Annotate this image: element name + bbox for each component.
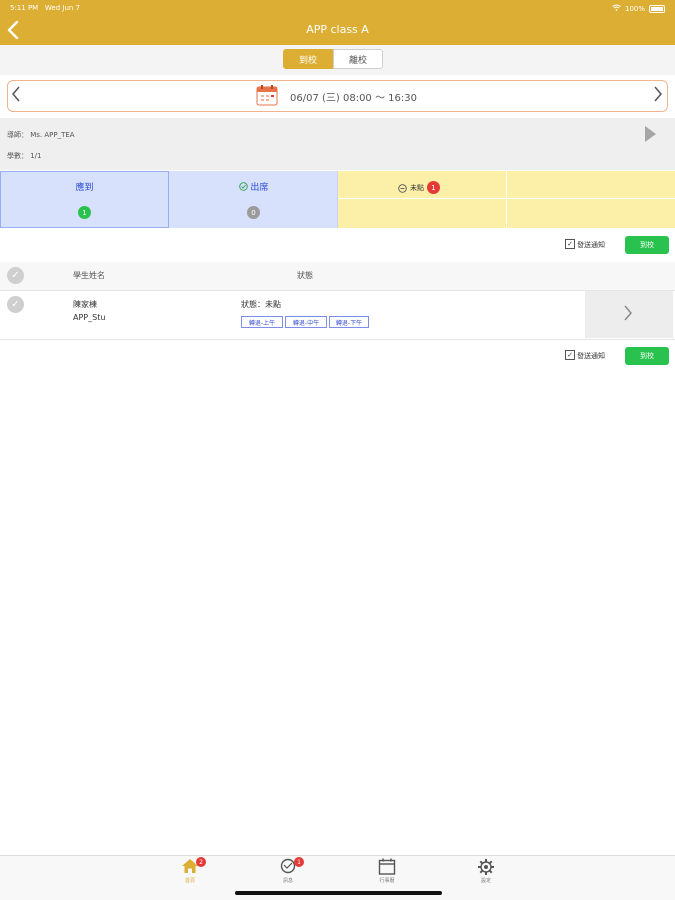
row-divider: [0, 339, 675, 340]
next-date-button[interactable]: [653, 86, 663, 106]
calendar-icon[interactable]: [256, 84, 278, 106]
student-id: APP_Stu: [73, 313, 106, 322]
minus-circle-icon: [398, 178, 407, 197]
tab-settings-label: 設定: [480, 878, 491, 884]
tile-divider: [506, 171, 507, 228]
battery-percent: 100%: [624, 4, 645, 13]
tile-not-checked-label-wrap: 未點 1: [398, 178, 440, 197]
status-time-text: 5:11 PM: [10, 4, 39, 12]
tab-messages-label: 訊息: [282, 878, 293, 884]
status-indicators: 100%: [612, 4, 665, 13]
notify-checkbox-bottom[interactable]: ✓: [565, 350, 575, 360]
previous-date-button[interactable]: [11, 86, 21, 106]
tile-expected-count: 1: [78, 206, 91, 219]
tab-calendar-label: 行事曆: [379, 878, 395, 884]
date-range-text[interactable]: 06/07 (三) 08:00 ～ 16:30: [290, 89, 417, 104]
notify-label: 發送通知: [577, 241, 605, 249]
select-all-checkbox[interactable]: ✓: [7, 267, 24, 284]
status-tag-morning[interactable]: 轉退-上午: [241, 316, 283, 328]
gear-icon: [478, 859, 494, 875]
class-info-panel: [0, 118, 675, 170]
wifi-icon: [612, 4, 621, 13]
chevron-right-icon: [624, 305, 632, 321]
check-circle-icon: [238, 182, 251, 193]
notify-label-bottom: 發送通知: [577, 352, 605, 360]
row-detail-button[interactable]: [585, 291, 673, 338]
status-time: 5:11 PM Wed Jun 7: [10, 4, 80, 12]
student-status: 狀態：未點: [241, 300, 281, 309]
play-icon[interactable]: [645, 126, 656, 142]
column-header-status: 狀態: [297, 271, 313, 280]
tab-messages-badge: 1: [294, 857, 304, 867]
status-date-text: Wed Jun 7: [44, 4, 81, 12]
student-count-info: 學數： 1/1: [7, 152, 42, 160]
column-header-name: 學生姓名: [73, 271, 105, 280]
tile-attended-count: 0: [247, 206, 260, 219]
row-divider: [0, 290, 675, 291]
tab-home-label: 首頁: [184, 878, 195, 884]
battery-icon: [649, 4, 665, 13]
segment-arrival[interactable]: 到校: [283, 49, 333, 69]
tile-empty: [507, 171, 675, 228]
submit-arrival-button[interactable]: 到校: [625, 236, 669, 254]
tile-not-checked-count: 1: [427, 181, 440, 194]
tile-expected-label: 應到: [75, 183, 94, 193]
status-tag-afternoon[interactable]: 轉退-下午: [329, 316, 369, 328]
page-title: APP class A: [306, 23, 369, 36]
tile-attended-label-wrap: 出席: [169, 180, 338, 193]
status-tag-noon[interactable]: 轉退-中午: [285, 316, 327, 328]
segment-departure[interactable]: 離校: [333, 49, 383, 69]
tile-attended-label: 出席: [250, 183, 269, 193]
submit-arrival-button-bottom[interactable]: 到校: [625, 347, 669, 365]
chevron-right-icon: [654, 86, 662, 102]
row-select-checkbox[interactable]: ✓: [7, 296, 24, 313]
tile-not-checked-label: 未點: [410, 183, 424, 192]
tab-calendar[interactable]: [378, 858, 396, 879]
calendar-icon: [378, 858, 396, 875]
teacher-info: 導師： Ms. APP_TEA: [7, 131, 75, 139]
chevron-left-icon: [12, 86, 20, 102]
tab-home-badge: 2: [196, 857, 206, 867]
student-name: 陳家棟: [73, 300, 97, 309]
notify-checkbox[interactable]: ✓: [565, 239, 575, 249]
home-indicator: [235, 891, 442, 895]
